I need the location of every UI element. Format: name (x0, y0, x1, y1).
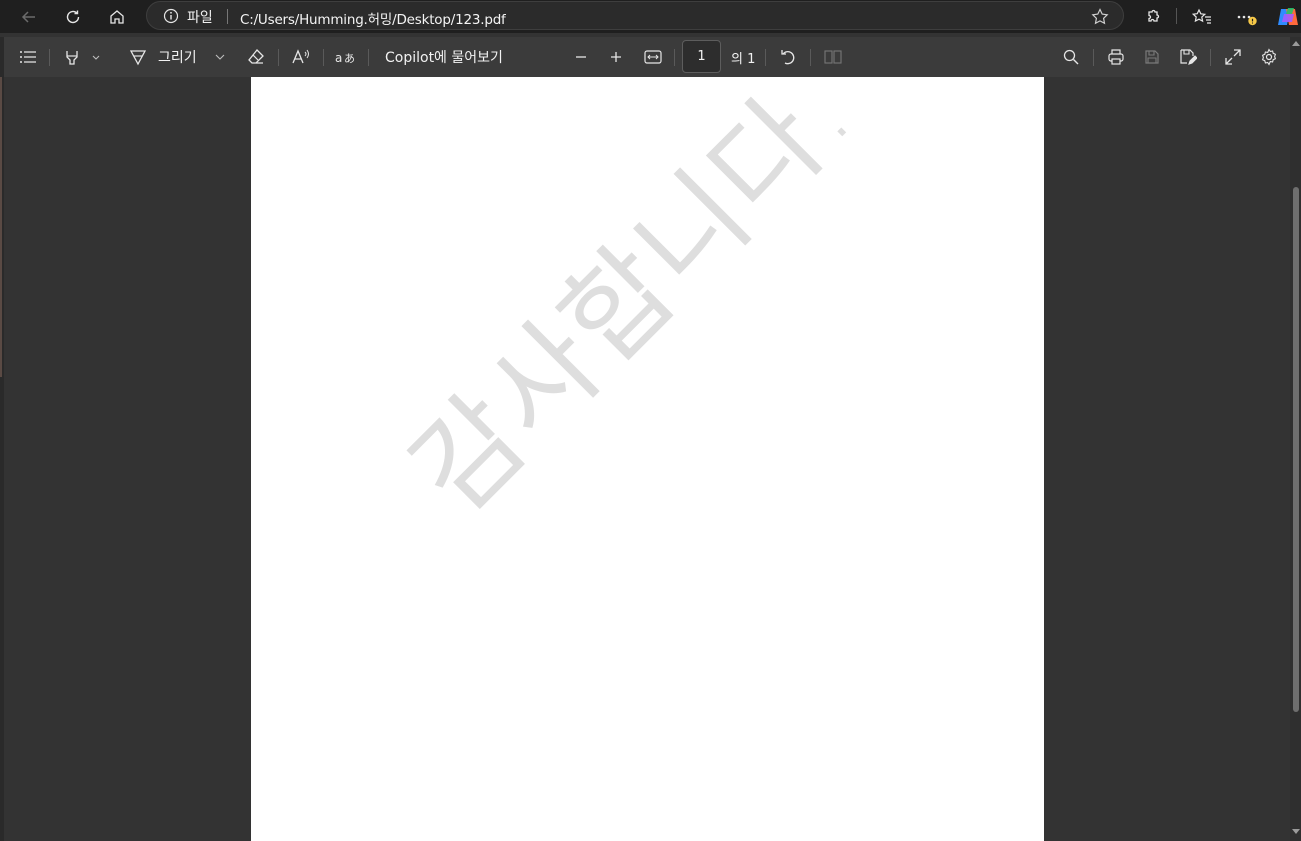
toolbar-divider (49, 49, 50, 66)
draw-icon (129, 50, 147, 66)
search-icon (1063, 49, 1079, 65)
address-url[interactable]: C:/Users/Humming.허밍/Desktop/123.pdf (240, 8, 506, 28)
draw-label: 그리기 (158, 50, 197, 66)
translate-button[interactable]: aあ (333, 37, 357, 77)
titlebar-divider (1176, 8, 1177, 24)
svg-text:a: a (335, 51, 342, 65)
fit-width-button[interactable] (641, 37, 665, 77)
favorites-icon (1192, 8, 1211, 24)
more-icon (1237, 15, 1257, 25)
favorites-button[interactable] (1187, 3, 1217, 30)
extensions-button[interactable] (1138, 3, 1168, 30)
copilot-ask-button[interactable]: Copilot에 물어보기 (380, 37, 510, 77)
scroll-down-arrow-icon[interactable] (1292, 829, 1300, 834)
info-icon[interactable] (163, 8, 179, 28)
home-button[interactable] (102, 3, 132, 30)
refresh-icon (66, 10, 80, 23)
two-page-button[interactable] (821, 37, 845, 77)
read-aloud-button[interactable] (289, 37, 313, 77)
rotate-icon (781, 50, 795, 65)
save-icon (1145, 50, 1159, 64)
copilot-ask-label: Copilot에 물어보기 (385, 50, 503, 66)
eraser-icon (248, 49, 264, 64)
address-divider (227, 9, 228, 24)
save-as-button[interactable] (1176, 37, 1200, 77)
toolbar-divider (810, 49, 811, 66)
pdf-page[interactable]: 감사합니다. (251, 77, 1044, 841)
page-number-input[interactable]: 1 (682, 40, 721, 73)
window-edge-accent (0, 77, 2, 377)
toolbar-divider (765, 49, 766, 66)
read-aloud-icon (292, 49, 309, 64)
pdf-toolbar: 그리기 aあ Copilot에 물어보기 1 의 1 (0, 37, 1290, 77)
highlight-icon (66, 51, 100, 65)
fit-width-icon (644, 50, 662, 64)
draw-button[interactable]: 그리기 (126, 37, 234, 77)
toolbar-divider (368, 49, 369, 66)
zoom-out-button[interactable] (570, 37, 592, 77)
refresh-button[interactable] (58, 3, 88, 30)
vertical-scrollbar[interactable] (1290, 37, 1301, 841)
toolbar-divider (278, 49, 279, 66)
contents-icon (20, 51, 36, 63)
copilot-icon (1278, 7, 1298, 25)
translate-icon: aあ (335, 51, 355, 65)
search-button[interactable] (1059, 37, 1083, 77)
toolbar-divider (1093, 49, 1094, 66)
settings-icon (1261, 48, 1277, 66)
contents-button[interactable] (16, 37, 40, 77)
print-button[interactable] (1104, 37, 1128, 77)
copilot-button[interactable] (1273, 3, 1301, 30)
print-icon (1108, 49, 1124, 65)
settings-button[interactable] (1257, 37, 1281, 77)
toolbar-divider (323, 49, 324, 66)
page-watermark-text: 감사합니다. (387, 77, 878, 538)
save-button[interactable] (1140, 37, 1164, 77)
save-as-icon (1180, 49, 1197, 65)
fullscreen-button[interactable] (1221, 37, 1245, 77)
eraser-button[interactable] (244, 37, 268, 77)
back-button[interactable] (14, 3, 44, 30)
rotate-button[interactable] (776, 37, 800, 77)
back-icon (21, 10, 35, 23)
toolbar-divider (1210, 49, 1211, 66)
two-page-icon (824, 50, 842, 64)
highlight-button[interactable] (58, 37, 106, 77)
chevron-down-icon (215, 54, 225, 60)
address-bar[interactable]: 파일 C:/Users/Humming.허밍/Desktop/123.pdf (146, 1, 1124, 30)
zoom-in-icon (611, 52, 621, 62)
more-button[interactable] (1231, 3, 1261, 30)
extensions-icon (1148, 9, 1160, 22)
star-icon[interactable] (1091, 8, 1109, 29)
svg-text:あ: あ (344, 52, 355, 65)
zoom-out-icon (576, 56, 586, 58)
home-icon (110, 9, 124, 24)
address-scheme-label: 파일 (187, 10, 213, 26)
browser-titlebar: 파일 C:/Users/Humming.허밍/Desktop/123.pdf (0, 0, 1301, 33)
page-total-label: 의 1 (731, 52, 756, 67)
scroll-up-arrow-icon[interactable] (1292, 41, 1300, 46)
scrollbar-thumb[interactable] (1293, 187, 1299, 712)
fullscreen-icon (1225, 49, 1241, 65)
toolbar-divider (674, 49, 675, 66)
zoom-in-button[interactable] (605, 37, 627, 77)
